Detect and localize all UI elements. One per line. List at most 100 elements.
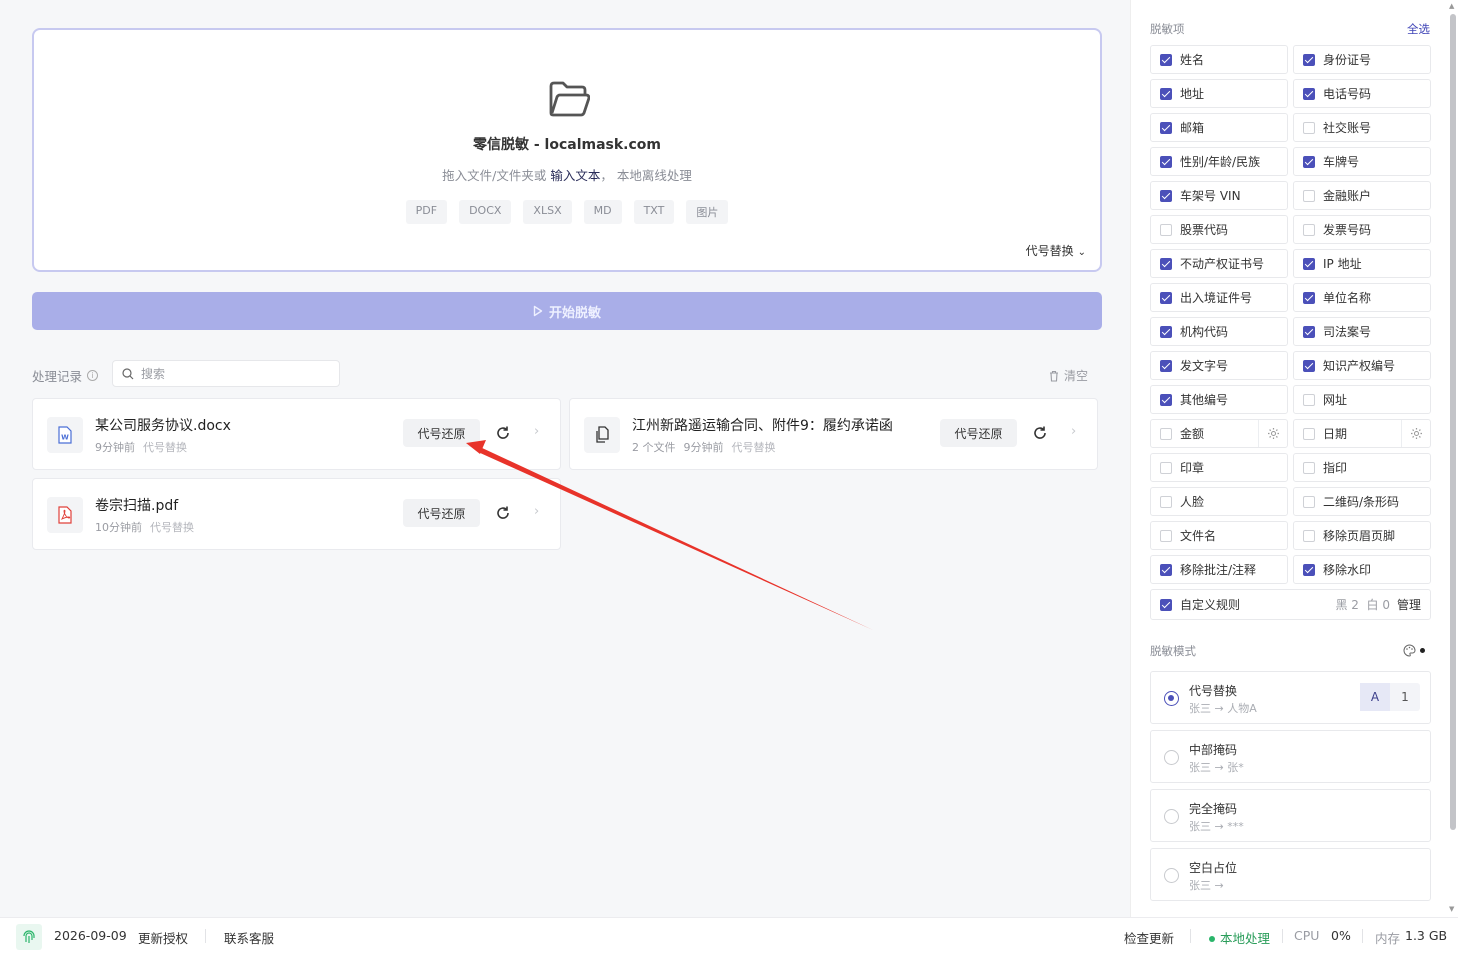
code-style-toggle[interactable]: A1: [1360, 683, 1420, 711]
option-item[interactable]: 移除批注/注释: [1150, 555, 1288, 584]
option-item[interactable]: 知识产权编号: [1293, 351, 1431, 380]
option-item[interactable]: 移除页眉页脚: [1293, 521, 1431, 550]
option-item[interactable]: 发票号码: [1293, 215, 1431, 244]
option-checkbox[interactable]: [1303, 359, 1315, 372]
refresh-icon[interactable]: [495, 505, 511, 521]
option-checkbox[interactable]: [1303, 189, 1315, 202]
search-box[interactable]: [112, 360, 340, 387]
option-checkbox[interactable]: [1303, 53, 1315, 66]
option-item[interactable]: 出入境证件号: [1150, 283, 1288, 312]
mode-radio[interactable]: [1164, 691, 1179, 706]
search-input[interactable]: [141, 366, 321, 381]
option-checkbox[interactable]: [1303, 291, 1315, 304]
option-item[interactable]: IP 地址: [1293, 249, 1431, 278]
option-checkbox[interactable]: [1160, 461, 1172, 474]
select-all-button[interactable]: 全选: [1407, 21, 1430, 37]
option-item[interactable]: 性别/年龄/民族: [1150, 147, 1288, 176]
scroll-up-icon[interactable]: ▲: [1449, 2, 1454, 10]
restore-button[interactable]: 代号还原: [403, 419, 480, 447]
option-item[interactable]: 日期: [1293, 419, 1431, 448]
option-item[interactable]: 文件名: [1150, 521, 1288, 550]
option-checkbox[interactable]: [1303, 393, 1315, 406]
custom-rule-option[interactable]: 自定义规则 黑 2 白 0 管理: [1150, 589, 1431, 620]
option-checkbox[interactable]: [1303, 257, 1315, 270]
option-checkbox[interactable]: [1303, 427, 1315, 440]
check-update-link[interactable]: 检查更新: [1124, 928, 1174, 947]
option-checkbox[interactable]: [1160, 291, 1172, 304]
restore-button[interactable]: 代号还原: [940, 419, 1017, 447]
option-checkbox[interactable]: [1160, 189, 1172, 202]
gear-icon[interactable]: [1410, 427, 1423, 440]
option-checkbox[interactable]: [1160, 223, 1172, 236]
input-text-link[interactable]: 输入文本: [550, 168, 600, 183]
option-item[interactable]: 股票代码: [1150, 215, 1288, 244]
option-checkbox[interactable]: [1160, 563, 1172, 576]
option-checkbox[interactable]: [1160, 393, 1172, 406]
custom-rule-checkbox[interactable]: [1160, 598, 1172, 611]
option-checkbox[interactable]: [1303, 495, 1315, 508]
option-checkbox[interactable]: [1303, 223, 1315, 236]
mode-option[interactable]: 代号替换 张三 → 人物A A 1: [1150, 671, 1431, 724]
option-item[interactable]: 社交账号: [1293, 113, 1431, 142]
chevron-right-icon[interactable]: ›: [1071, 424, 1076, 439]
scroll-down-icon[interactable]: ▼: [1449, 905, 1454, 913]
option-item[interactable]: 印章: [1150, 453, 1288, 482]
history-card[interactable]: W 某公司服务协议.docx 9分钟前 代号替换 代号还原 ›: [32, 398, 561, 470]
palette-icon[interactable]: [1403, 644, 1416, 657]
option-checkbox[interactable]: [1160, 427, 1172, 440]
option-item[interactable]: 车牌号: [1293, 147, 1431, 176]
chevron-right-icon[interactable]: ›: [534, 504, 539, 519]
mode-radio[interactable]: [1164, 868, 1179, 883]
option-checkbox[interactable]: [1160, 121, 1172, 134]
option-item[interactable]: 身份证号: [1293, 45, 1431, 74]
start-button[interactable]: 开始脱敏: [32, 292, 1102, 330]
option-item[interactable]: 指印: [1293, 453, 1431, 482]
option-checkbox[interactable]: [1160, 325, 1172, 338]
clear-button[interactable]: 清空: [1048, 367, 1088, 384]
contact-support-link[interactable]: 联系客服: [224, 928, 274, 947]
option-item[interactable]: 单位名称: [1293, 283, 1431, 312]
mode-radio[interactable]: [1164, 750, 1179, 765]
option-item[interactable]: 人脸: [1150, 487, 1288, 516]
fingerprint-icon[interactable]: [16, 924, 42, 950]
sidebar-scrollbar[interactable]: [1450, 14, 1456, 830]
option-item[interactable]: 其他编号: [1150, 385, 1288, 414]
option-checkbox[interactable]: [1160, 359, 1172, 372]
mode-option[interactable]: 完全掩码 张三 → ***: [1150, 789, 1431, 842]
option-item[interactable]: 司法案号: [1293, 317, 1431, 346]
option-checkbox[interactable]: [1303, 325, 1315, 338]
drop-zone[interactable]: 零信脱敏 - localmask.com 拖入文件/文件夹或 输入文本， 本地离…: [32, 28, 1102, 272]
chevron-right-icon[interactable]: ›: [534, 424, 539, 439]
option-checkbox[interactable]: [1160, 155, 1172, 168]
mode-option[interactable]: 中部掩码 张三 → 张*: [1150, 730, 1431, 783]
update-license-link[interactable]: 更新授权: [138, 928, 188, 947]
option-checkbox[interactable]: [1160, 87, 1172, 100]
mode-option[interactable]: 空白占位 张三 →: [1150, 848, 1431, 901]
toggle-number[interactable]: 1: [1390, 683, 1420, 711]
history-card[interactable]: 卷宗扫描.pdf 10分钟前 代号替换 代号还原 ›: [32, 478, 561, 550]
gear-icon[interactable]: [1267, 427, 1280, 440]
refresh-icon[interactable]: [495, 425, 511, 441]
option-item[interactable]: 机构代码: [1150, 317, 1288, 346]
info-icon[interactable]: i: [87, 370, 99, 381]
option-item[interactable]: 发文字号: [1150, 351, 1288, 380]
option-item[interactable]: 邮箱: [1150, 113, 1288, 142]
option-item[interactable]: 二维码/条形码: [1293, 487, 1431, 516]
option-checkbox[interactable]: [1303, 563, 1315, 576]
option-item[interactable]: 电话号码: [1293, 79, 1431, 108]
restore-button[interactable]: 代号还原: [403, 499, 480, 527]
mode-radio[interactable]: [1164, 809, 1179, 824]
option-item[interactable]: 网址: [1293, 385, 1431, 414]
refresh-icon[interactable]: [1032, 425, 1048, 441]
option-item[interactable]: 金额: [1150, 419, 1288, 448]
option-checkbox[interactable]: [1303, 121, 1315, 134]
toggle-letter[interactable]: A: [1360, 683, 1390, 711]
option-checkbox[interactable]: [1303, 155, 1315, 168]
option-checkbox[interactable]: [1303, 461, 1315, 474]
option-checkbox[interactable]: [1160, 495, 1172, 508]
option-checkbox[interactable]: [1160, 53, 1172, 66]
option-checkbox[interactable]: [1303, 529, 1315, 542]
option-item[interactable]: 姓名: [1150, 45, 1288, 74]
history-card[interactable]: 江州新路遥运输合同、附件9：履约承诺函 2 个文件 9分钟前 代号替换 代号还原 ›: [569, 398, 1098, 470]
option-checkbox[interactable]: [1303, 87, 1315, 100]
